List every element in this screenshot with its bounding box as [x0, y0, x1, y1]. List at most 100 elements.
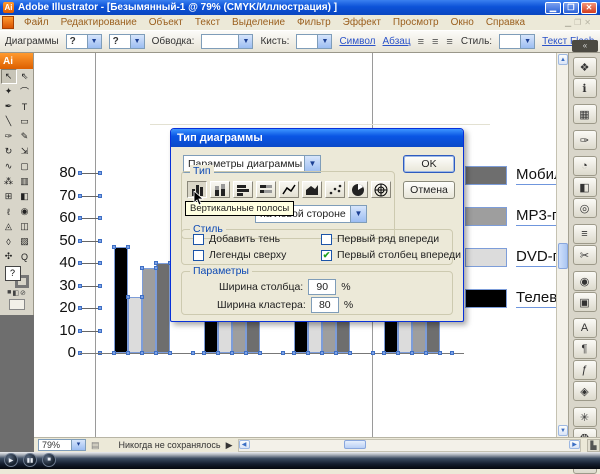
menu-window[interactable]: Окно	[445, 16, 480, 29]
menu-filter[interactable]: Фильтр	[291, 16, 337, 29]
gradient-tool[interactable]: ◧	[17, 189, 33, 204]
menu-type[interactable]: Текст	[189, 16, 226, 29]
chart-type-radar-icon[interactable]	[371, 181, 391, 198]
chart-type-scatter-icon[interactable]	[325, 181, 345, 198]
status-menu-arrow-icon[interactable]: ▶	[226, 440, 233, 451]
pathfinder-panel-icon[interactable]: ✂	[573, 245, 597, 265]
chart-type-area-icon[interactable]	[302, 181, 322, 198]
gradient-mode-icon[interactable]: ◧	[12, 289, 19, 297]
eyedropper-tool[interactable]: ℓ	[1, 204, 17, 219]
legend-item[interactable]: Мобил.	[465, 166, 556, 185]
stroke-panel-icon[interactable]: ≡	[573, 224, 597, 244]
live-paint-selection-tool[interactable]: ◫	[17, 219, 33, 234]
symbols-panel-icon[interactable]: ❖	[573, 57, 597, 77]
cancel-button[interactable]: Отмена	[403, 181, 455, 199]
scroll-up-icon[interactable]: ▲	[558, 54, 568, 65]
brushes-panel-icon[interactable]: ✑	[573, 130, 597, 150]
chart-type-pie-icon[interactable]	[348, 181, 368, 198]
warp-tool[interactable]: ∿	[1, 159, 17, 174]
vertical-scroll-thumb[interactable]	[558, 243, 568, 269]
restore-button[interactable]: ❐	[563, 2, 579, 14]
live-paint-bucket-tool[interactable]: ◬	[1, 219, 17, 234]
mesh-tool[interactable]: ⊞	[1, 189, 17, 204]
free-transform-tool[interactable]: ▢	[17, 159, 33, 174]
info-panel-icon[interactable]: ℹ	[573, 78, 597, 98]
transparency-panel-icon[interactable]: ◧	[573, 177, 597, 197]
zoom-level-combo[interactable]: 79% ▾	[38, 439, 86, 451]
checkbox-first-row-in-front[interactable]: Первый ряд впереди	[321, 233, 439, 245]
vertical-scrollbar[interactable]: ▲ ▼	[556, 53, 568, 437]
brush-combo[interactable]: ▼	[296, 34, 332, 49]
checkbox-icon[interactable]	[193, 234, 204, 245]
legend-item[interactable]: MP3-пл.	[465, 207, 556, 226]
chart-bar[interactable]	[142, 268, 156, 354]
legend-item[interactable]: DVD-пл.	[465, 248, 556, 267]
dialog-title-bar[interactable]: Тип диаграммы	[171, 129, 463, 147]
checkbox-icon[interactable]	[321, 234, 332, 245]
symbol-panel-icon[interactable]: ◉	[573, 271, 597, 291]
horizontal-scroll-thumb[interactable]	[344, 440, 366, 449]
scroll-left-icon[interactable]: ◀	[239, 440, 250, 449]
fill-swatch[interactable]: ?	[5, 266, 21, 281]
play-button[interactable]: ▶	[4, 453, 18, 467]
pause-button[interactable]: ▮▮	[23, 453, 37, 467]
appearance-panel-icon[interactable]: ✳	[573, 407, 597, 427]
blend-tool[interactable]: ◉	[17, 204, 33, 219]
artboard-panel-icon[interactable]: ▣	[573, 292, 597, 312]
magic-wand-tool[interactable]: ✦	[1, 84, 17, 99]
opentype-panel-icon[interactable]: ƒ	[573, 360, 597, 380]
character-panel-icon[interactable]: A	[573, 318, 597, 338]
gradient-panel-icon[interactable]: ◔	[573, 156, 597, 176]
checkbox-legend-on-top[interactable]: Легенды сверху	[193, 249, 286, 261]
checkbox-icon[interactable]	[193, 250, 204, 261]
rectangle-tool[interactable]: ▭	[17, 114, 33, 129]
menu-select[interactable]: Выделение	[226, 16, 291, 29]
chart-type-bar-icon[interactable]	[233, 181, 253, 198]
fill-proxy-combo[interactable]: ? ▼	[66, 34, 102, 49]
menu-effect[interactable]: Эффект	[337, 16, 387, 29]
minimize-button[interactable]: ▁	[545, 2, 561, 14]
chart-type-stacked-column-icon[interactable]	[210, 181, 230, 198]
style-combo[interactable]: ▼	[499, 34, 535, 49]
chart-bar[interactable]	[156, 263, 170, 353]
magnify-panel-icon[interactable]: ◎	[573, 198, 597, 218]
ok-button[interactable]: OK	[403, 155, 455, 173]
menu-edit[interactable]: Редактирование	[55, 16, 143, 29]
paragraph-panel-icon[interactable]: ¶	[573, 339, 597, 359]
horizontal-scrollbar[interactable]: ◀ ▶	[238, 439, 581, 452]
swatches-panel-icon[interactable]: ▦	[573, 104, 597, 124]
scroll-down-icon[interactable]: ▼	[558, 425, 568, 436]
zoom-tool[interactable]: Q	[17, 249, 33, 264]
statusbar-corner-icon[interactable]: ▙	[587, 439, 600, 452]
paragraph-panel-link[interactable]: Абзац	[383, 36, 411, 47]
graph-tool[interactable]: ▥	[17, 174, 33, 189]
mdi-window-controls[interactable]: ▁❐✕	[565, 18, 600, 27]
symbol-sprayer-tool[interactable]: ⁂	[1, 174, 17, 189]
dock-collapse-tab[interactable]: «	[572, 40, 598, 52]
stop-button[interactable]: ■	[42, 453, 56, 467]
lasso-tool[interactable]: ⌒	[17, 84, 33, 99]
direct-selection-tool[interactable]: ⇖	[17, 69, 33, 84]
slice-tool[interactable]: ▨	[17, 234, 33, 249]
symbol-panel-link[interactable]: Символ	[339, 36, 375, 47]
none-mode-icon[interactable]: ⊘	[20, 289, 26, 297]
selection-tool[interactable]: ↖	[1, 69, 17, 84]
checkbox-add-shadow[interactable]: Добавить тень	[193, 233, 280, 245]
align-left-icon[interactable]: ≡	[418, 36, 425, 48]
chart-type-line-icon[interactable]	[279, 181, 299, 198]
column-width-input[interactable]: 90	[308, 279, 336, 295]
menu-object[interactable]: Объект	[143, 16, 189, 29]
align-center-icon[interactable]: ≡	[432, 36, 439, 48]
legend-item[interactable]: Телевиз	[465, 289, 556, 308]
scroll-right-icon[interactable]: ▶	[569, 440, 580, 449]
menu-help[interactable]: Справка	[480, 16, 531, 29]
checkmark-icon[interactable]: ✔	[321, 250, 332, 261]
pen-tool[interactable]: ✒	[1, 99, 17, 114]
fill-stroke-indicator[interactable]: ?	[5, 266, 29, 288]
pencil-tool[interactable]: ✎	[17, 129, 33, 144]
align-right-icon[interactable]: ≡	[446, 36, 453, 48]
menu-view[interactable]: Просмотр	[387, 16, 445, 29]
glyphs-panel-icon[interactable]: ◈	[573, 381, 597, 401]
rotate-tool[interactable]: ↻	[1, 144, 17, 159]
close-button[interactable]: ✕	[581, 2, 597, 14]
